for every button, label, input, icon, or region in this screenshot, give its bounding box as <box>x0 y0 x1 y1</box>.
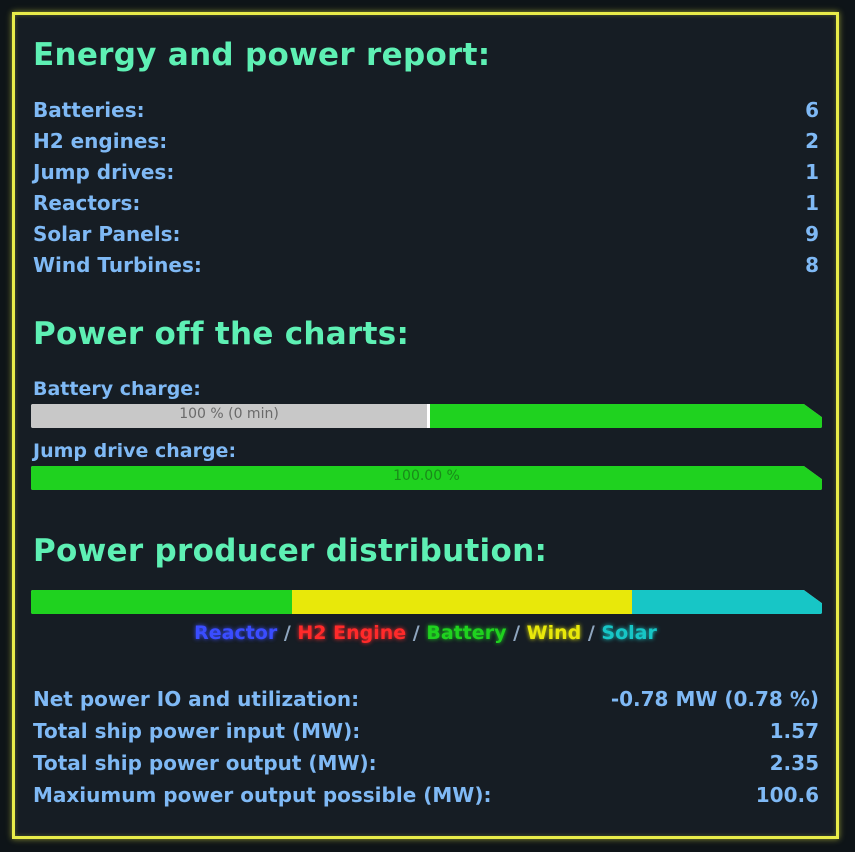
stat-value: 2.35 <box>769 751 819 775</box>
report-label: H2 engines: <box>33 129 168 153</box>
report-row-batteries: Batteries: 6 <box>33 98 819 128</box>
stat-value: 100.6 <box>755 783 819 807</box>
stat-label: Total ship power input (MW): <box>33 719 361 743</box>
report-value: 2 <box>805 129 819 153</box>
report-row-jump-drives: Jump drives: 1 <box>33 160 819 190</box>
stat-value: -0.78 MW (0.78 %) <box>610 687 819 711</box>
battery-charge-bar: 100 % (0 min) <box>31 404 822 428</box>
report-label: Reactors: <box>33 191 141 215</box>
report-value: 6 <box>805 98 819 122</box>
report-value: 1 <box>805 160 819 184</box>
legend-wind: Wind <box>526 622 582 644</box>
charts-title: Power off the charts: <box>33 316 410 352</box>
legend-separator: / <box>406 622 427 644</box>
legend-reactor: Reactor <box>194 622 278 644</box>
battery-charge-label: Battery charge: <box>33 378 201 400</box>
stat-row-net-power: Net power IO and utilization: -0.78 MW (… <box>33 687 819 717</box>
battery-charge-text: 100 % (0 min) <box>179 406 279 422</box>
report-row-h2-engines: H2 engines: 2 <box>33 129 819 159</box>
screen-background: Energy and power report: Batteries: 6 H2… <box>0 0 855 852</box>
jump-drive-charge-bar: 100.00 % <box>31 466 822 490</box>
energy-report-title: Energy and power report: <box>33 37 491 73</box>
report-row-wind-turbines: Wind Turbines: 8 <box>33 253 819 283</box>
report-row-reactors: Reactors: 1 <box>33 191 819 221</box>
report-label: Batteries: <box>33 98 145 122</box>
stat-row-power-input: Total ship power input (MW): 1.57 <box>33 719 819 749</box>
report-label: Jump drives: <box>33 160 175 184</box>
producer-distribution-bar <box>31 590 822 614</box>
stat-label: Net power IO and utilization: <box>33 687 360 711</box>
battery-bar-fill <box>427 404 822 428</box>
legend-battery: Battery <box>426 622 507 644</box>
stat-label: Total ship power output (MW): <box>33 751 377 775</box>
jump-drive-charge-text: 100.00 % <box>393 468 460 484</box>
legend-separator: / <box>581 622 602 644</box>
stat-value: 1.57 <box>769 719 819 743</box>
report-label: Solar Panels: <box>33 222 181 246</box>
jump-drive-charge-label: Jump drive charge: <box>33 440 237 462</box>
power-report-panel: Energy and power report: Batteries: 6 H2… <box>12 12 839 839</box>
stat-row-power-output: Total ship power output (MW): 2.35 <box>33 751 819 781</box>
distribution-segment-solar <box>632 590 822 614</box>
stat-row-max-output: Maxiumum power output possible (MW): 100… <box>33 783 819 813</box>
report-label: Wind Turbines: <box>33 253 202 277</box>
legend-separator: / <box>277 622 298 644</box>
report-value: 9 <box>805 222 819 246</box>
stat-label: Maxiumum power output possible (MW): <box>33 783 492 807</box>
report-value: 8 <box>805 253 819 277</box>
distribution-title: Power producer distribution: <box>33 533 548 569</box>
distribution-segment-wind <box>292 590 632 614</box>
distribution-legend: Reactor / H2 Engine / Battery / Wind / S… <box>15 622 836 644</box>
report-row-solar-panels: Solar Panels: 9 <box>33 222 819 252</box>
legend-separator: / <box>506 622 527 644</box>
report-value: 1 <box>805 191 819 215</box>
legend-solar: Solar <box>601 622 657 644</box>
legend-h2-engine: H2 Engine <box>297 622 407 644</box>
distribution-segment-battery <box>31 590 292 614</box>
